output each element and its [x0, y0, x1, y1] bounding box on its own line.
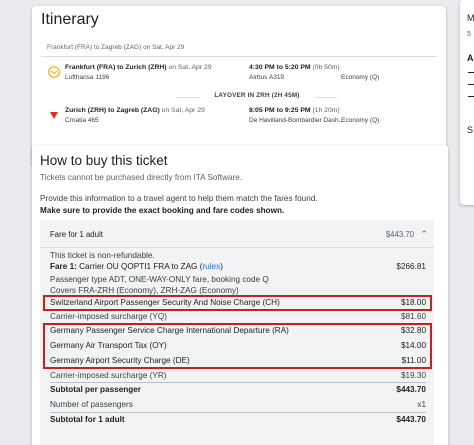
layover-line-right: [315, 97, 337, 98]
fare-header-label: Fare for 1 adult: [50, 230, 103, 239]
how-to-buy-title: How to buy this ticket: [40, 153, 168, 168]
side-panel: M 5 A S: [460, 0, 474, 205]
how-to-buy-info: Provide this information to a travel age…: [40, 194, 318, 203]
rules-link[interactable]: rules: [202, 262, 220, 271]
tax-row: Germany Passenger Service Charge Interna…: [50, 326, 426, 335]
itinerary-title: Itinerary: [41, 11, 99, 28]
how-to-buy-subtitle: Tickets cannot be purchased directly fro…: [40, 173, 243, 182]
segment-route: Zurich (ZRH) to Zagreb (ZAG) on Sat, Apr…: [65, 107, 205, 114]
lufthansa-logo-icon: [48, 66, 60, 78]
segment-carrier: Croatia 465: [65, 117, 99, 124]
segment-cabin: Economy (Q): [341, 117, 380, 124]
fare-header-toggle[interactable]: Fare for 1 adult $443.70 ⌃: [40, 220, 434, 244]
number-of-passengers: Number of passengers x1: [50, 400, 426, 409]
layover-text: LAYOVER IN ZRH (2H 45M): [214, 92, 300, 99]
side-panel-dash: [468, 72, 474, 73]
segment-aircraft: De Havilland-Bombardier Dash...: [249, 117, 345, 124]
itinerary-card: Itinerary Frankfurt (FRA) to Zagreb (ZAG…: [32, 6, 446, 166]
subtotal-for-adult: Subtotal for 1 adult $443.70: [50, 415, 426, 424]
segment-time: 4:30 PM to 5:20 PM (0h 50m): [249, 64, 340, 71]
fare-header-amount: $443.70: [385, 230, 414, 239]
divider: [50, 382, 426, 383]
side-panel-section: S: [467, 125, 474, 135]
divider: [50, 412, 426, 413]
fare-details-panel: Fare for 1 adult $443.70 ⌃ This ticket i…: [40, 220, 434, 445]
tax-row: Germany Air Transport Tax (OY) $14.00: [50, 341, 426, 350]
segment-cabin: Economy (Q): [341, 74, 380, 81]
divider: [40, 247, 434, 248]
fare-coverage: Covers FRA-ZRH (Economy), ZRH-ZAG (Econo…: [50, 286, 239, 295]
divider: [41, 56, 437, 57]
tax-row: Switzerland Airport Passenger Security A…: [50, 298, 426, 307]
side-panel-subheading: A: [467, 53, 474, 63]
fare-1-amount: $266.81: [396, 262, 426, 271]
chevron-up-icon[interactable]: ⌃: [420, 229, 428, 240]
layover-banner: LAYOVER IN ZRH (2H 45M): [177, 92, 337, 102]
side-panel-dash: [468, 84, 474, 85]
segment-time: 8:05 PM to 9:25 PM (1h 20m): [249, 107, 340, 114]
itinerary-route: Frankfurt (FRA) to Zagreb (ZAG) on Sat, …: [47, 44, 185, 51]
segment-carrier: Lufthansa 1196: [65, 74, 110, 81]
side-panel-dash: [468, 96, 474, 97]
croatia-airlines-logo-icon: [50, 112, 58, 119]
tax-row: Carrier-imposed surcharge (YQ) $81.60: [50, 312, 426, 321]
how-to-buy-warning: Make sure to provide the exact booking a…: [40, 206, 285, 215]
subtotal-per-passenger: Subtotal per passenger $443.70: [50, 385, 426, 394]
how-to-buy-card: How to buy this ticket Tickets cannot be…: [32, 145, 448, 445]
tax-row: Germany Airport Security Charge (DE) $11.…: [50, 356, 426, 365]
fare-1-row: Fare 1: Carrier OU QOPTI1 FRA to ZAG (ru…: [50, 262, 426, 271]
side-panel-heading: M: [467, 13, 474, 23]
side-panel-text: 5: [467, 31, 471, 38]
segment-route: Frankfurt (FRA) to Zurich (ZRH) on Sat, …: [65, 64, 212, 71]
segment-aircraft: Airbus A319: [249, 74, 285, 81]
